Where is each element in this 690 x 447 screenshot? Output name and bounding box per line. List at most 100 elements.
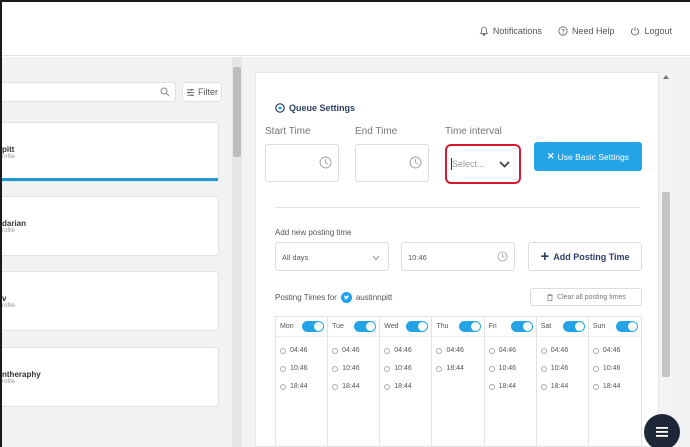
time-slot-label: 04:46: [394, 347, 412, 354]
time-slot[interactable]: 10:46: [537, 360, 588, 377]
time-slot[interactable]: 04:46: [328, 342, 379, 359]
time-slot[interactable]: 04:46: [589, 342, 641, 359]
time-slot[interactable]: 04:46: [537, 342, 588, 359]
profile-name: v: [2, 294, 7, 303]
add-posting-time-button-label: Add Posting Time: [553, 251, 630, 262]
profile-search-input[interactable]: [2, 82, 176, 102]
day-header: Thu: [432, 317, 484, 337]
filter-button[interactable]: Filter: [182, 82, 222, 102]
time-slot[interactable]: 04:46: [485, 342, 536, 359]
profile-subtitle: rofile: [2, 154, 16, 160]
menu-icon: [656, 427, 668, 437]
help-link[interactable]: Need Help: [558, 26, 614, 36]
clear-button-label: Clear all posting times: [557, 293, 626, 301]
sidebar-scroll-thumb[interactable]: [233, 67, 241, 157]
day-header: Sat: [536, 317, 588, 337]
time-slot[interactable]: 18:44: [589, 378, 641, 395]
radio-icon: [280, 383, 286, 390]
chevron-down-icon: [499, 161, 510, 168]
posting-time-input[interactable]: 10:46: [401, 242, 515, 271]
logout-link[interactable]: Logout: [630, 26, 672, 36]
posting-times-label: Posting Times for: [275, 293, 337, 302]
radio-icon: [332, 383, 339, 390]
add-posting-time-button[interactable]: + Add Posting Time: [528, 242, 642, 271]
clock-icon: [409, 156, 422, 169]
time-slot[interactable]: 10:46: [485, 360, 536, 377]
time-slot[interactable]: 10:46: [328, 360, 379, 377]
menu-fab-button[interactable]: [644, 414, 680, 447]
use-basic-settings-button[interactable]: ✕ Use Basic Settings: [534, 142, 642, 171]
time-slot[interactable]: 10:46: [276, 360, 327, 377]
day-header: Fri: [484, 317, 536, 337]
clear-all-posting-times-button[interactable]: Clear all posting times: [530, 288, 642, 306]
days-select[interactable]: All days: [275, 242, 389, 271]
top-bar: Notifications Need Help Logout: [2, 2, 690, 56]
close-icon: ✕: [547, 151, 555, 161]
trash-icon: [547, 294, 553, 301]
time-interval-select[interactable]: Select...: [445, 144, 521, 184]
time-slot[interactable]: 10:46: [589, 360, 641, 377]
time-slot-label: 10:46: [498, 365, 517, 372]
scroll-up-arrow-icon[interactable]: [663, 75, 669, 79]
radio-icon: [436, 347, 443, 354]
day-toggle[interactable]: [354, 321, 377, 332]
day-toggle[interactable]: [562, 321, 585, 332]
time-slot-label: 10:46: [394, 365, 412, 372]
notifications-link[interactable]: Notifications: [479, 26, 542, 36]
sliders-icon: [186, 88, 195, 96]
radio-icon: [332, 347, 339, 354]
radio-icon: [592, 347, 599, 354]
profile-card[interactable]: darian rofile: [2, 196, 219, 256]
day-column-fri: Fri 04:46 10:46 18:44: [484, 317, 537, 446]
radio-icon: [540, 347, 547, 354]
profile-card[interactable]: pitt rofile: [2, 122, 219, 182]
time-slot[interactable]: 04:46: [432, 342, 483, 359]
time-slot[interactable]: 18:44: [380, 378, 431, 395]
start-time-input[interactable]: [265, 144, 339, 182]
day-header: Wed: [380, 317, 432, 337]
time-slot[interactable]: 18:44: [276, 378, 327, 395]
day-column-thu: Thu 04:46 18:44: [432, 317, 485, 446]
posting-times-heading: Posting Times for austinnpitt: [275, 292, 392, 303]
profile-name: pitt: [2, 145, 15, 154]
day-column-mon: Mon 04:46 10:46 18:44: [276, 317, 329, 446]
radio-icon: [384, 365, 391, 372]
radio-icon: [280, 347, 286, 354]
radio-icon: [592, 365, 599, 372]
logout-label: Logout: [644, 26, 672, 36]
profile-subtitle: rofile: [2, 379, 16, 385]
profile-name: ntheraphy: [2, 370, 41, 379]
time-slot[interactable]: 18:44: [432, 360, 483, 377]
content-scrollbar[interactable]: [660, 72, 672, 447]
time-slot[interactable]: 04:46: [276, 342, 327, 359]
sidebar-scrollbar[interactable]: [232, 57, 242, 447]
day-toggle[interactable]: [510, 321, 533, 332]
radio-icon: [488, 365, 495, 372]
end-time-label: End Time: [355, 126, 398, 137]
plus-icon: +: [540, 248, 550, 265]
radio-icon: [332, 365, 339, 372]
day-toggle[interactable]: [302, 321, 325, 332]
day-toggle[interactable]: [406, 321, 429, 332]
content-scroll-thumb[interactable]: [662, 192, 670, 377]
day-toggle[interactable]: [458, 321, 481, 332]
profile-card[interactable]: ntheraphy rofile: [2, 347, 219, 407]
day-toggle[interactable]: [615, 321, 638, 332]
day-column-sat: Sat 04:46 10:46 18:44: [536, 317, 589, 446]
time-slot[interactable]: 10:46: [380, 360, 431, 377]
time-slot-label: 18:44: [446, 365, 464, 372]
time-slot[interactable]: 18:44: [485, 378, 536, 395]
section-divider: [275, 207, 640, 208]
profile-name: darian: [2, 219, 27, 228]
time-slot-label: 04:46: [602, 347, 621, 354]
time-slot[interactable]: 04:46: [380, 342, 431, 359]
time-slot[interactable]: 18:44: [537, 378, 588, 395]
end-time-input[interactable]: [355, 144, 429, 182]
day-name: Sat: [540, 323, 552, 330]
day-name: Mon: [280, 323, 294, 330]
queue-settings-label: Queue Settings: [289, 103, 356, 113]
time-slot-label: 04:46: [446, 347, 464, 354]
day-header: Sun: [588, 317, 641, 337]
time-slot[interactable]: 18:44: [328, 378, 379, 395]
profile-card[interactable]: v rofile: [2, 271, 219, 331]
